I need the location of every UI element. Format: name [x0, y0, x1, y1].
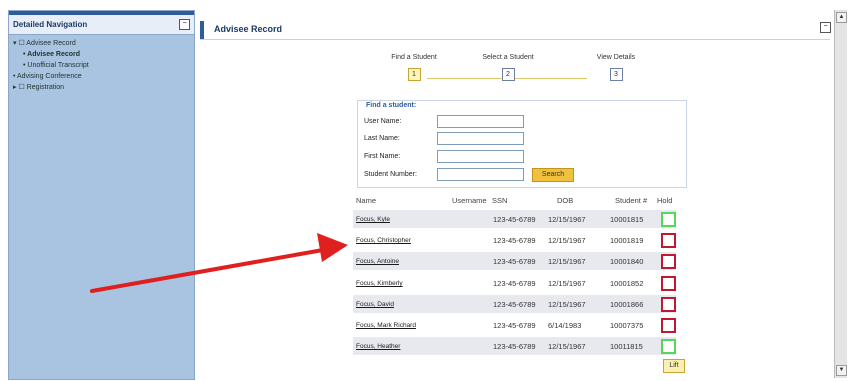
arrow-head: [317, 233, 348, 262]
red-arrow-annotation-icon: [90, 233, 348, 293]
arrow-shaft: [90, 248, 325, 293]
